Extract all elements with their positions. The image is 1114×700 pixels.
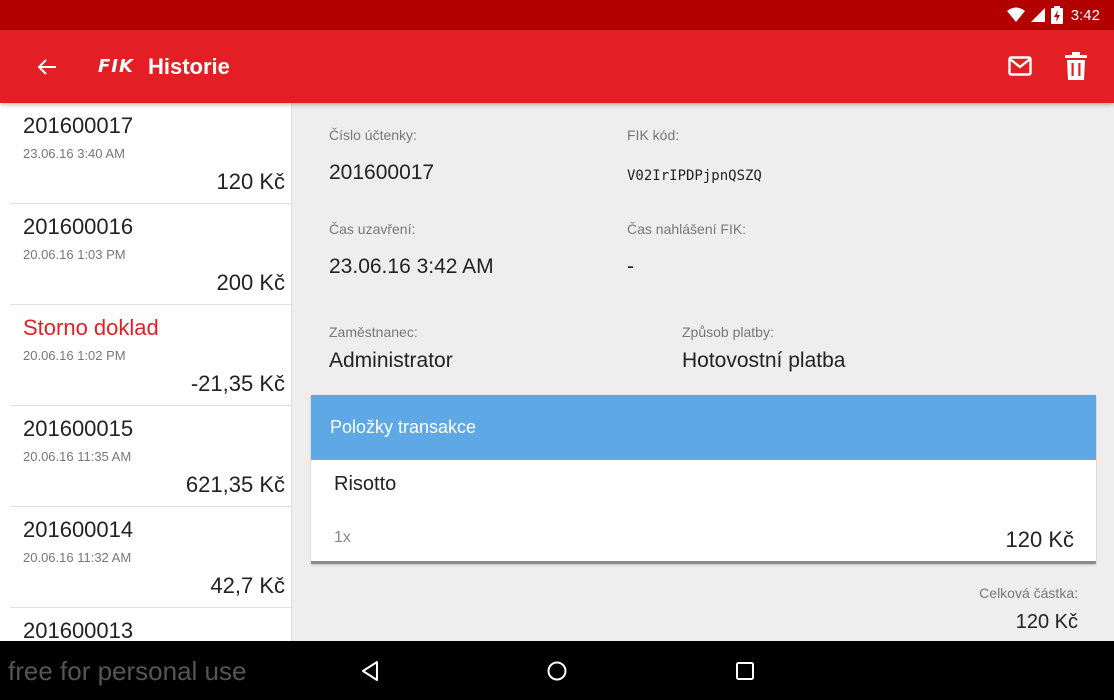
nav-back-button[interactable] xyxy=(356,657,384,685)
fik-report-value: - xyxy=(627,255,634,278)
receipt-list[interactable]: 201600017 23.06.16 3:40 AM 120 Kč 201600… xyxy=(0,103,292,641)
item-quantity: 1x xyxy=(334,529,351,546)
closed-time-value: 23.06.16 3:42 AM xyxy=(329,255,494,278)
square-recents-icon xyxy=(736,662,754,680)
receipt-amount: -21,35 Kč xyxy=(190,371,285,396)
receipt-date: 20.06.16 1:02 PM xyxy=(23,348,126,363)
receipt-number: 201600015 xyxy=(23,416,134,441)
page-title: Historie xyxy=(148,54,230,79)
receipt-date: 20.06.16 1:03 PM xyxy=(23,247,126,262)
receipt-amount: 200 Kč xyxy=(216,270,286,295)
receipt-list-item[interactable]: Storno doklad 20.06.16 1:02 PM -21,35 Kč xyxy=(10,305,291,406)
mail-icon xyxy=(1008,56,1032,76)
receipt-list-item[interactable]: 201600015 20.06.16 11:35 AM 621,35 Kč xyxy=(10,406,291,507)
total-value: 120 Kč xyxy=(1015,611,1078,633)
receipt-amount: 42,7 Kč xyxy=(210,573,285,598)
receipt-number: 201600017 xyxy=(23,113,134,138)
fik-code-label: FIK kód: xyxy=(627,127,680,143)
receipt-number: 201600014 xyxy=(23,517,134,542)
receipt-date: 20.06.16 11:35 AM xyxy=(23,449,132,464)
receipt-list-item[interactable]: 201600017 23.06.16 3:40 AM 120 Kč xyxy=(10,103,291,204)
trash-icon xyxy=(1065,52,1087,80)
transaction-items-header: Položky transakce xyxy=(311,395,1096,460)
receipt-number: 201600016 xyxy=(23,214,134,239)
receipt-list-item[interactable]: 201600013 xyxy=(10,608,291,641)
item-price: 120 Kč xyxy=(1005,527,1075,552)
closed-time-label: Čas uzavření: xyxy=(329,221,416,237)
triangle-back-icon xyxy=(362,661,378,681)
payment-method-label: Způsob platby: xyxy=(682,324,774,340)
email-button[interactable] xyxy=(1006,52,1034,80)
nav-home-button[interactable] xyxy=(543,657,571,685)
delete-button[interactable] xyxy=(1062,50,1090,82)
receipt-number-label: Číslo účtenky: xyxy=(329,127,417,143)
receipt-number: Storno doklad xyxy=(23,315,159,340)
circle-home-icon xyxy=(547,661,567,681)
receipt-number-value: 201600017 xyxy=(329,161,435,184)
watermark-text: free for personal use xyxy=(8,656,247,686)
arrow-back-icon xyxy=(37,59,56,75)
receipt-number: 201600013 xyxy=(23,618,134,641)
fik-report-label: Čas nahlášení FIK: xyxy=(627,221,747,237)
signal-icon xyxy=(1030,7,1045,23)
payment-method-value: Hotovostní platba xyxy=(682,349,846,372)
receipt-list-item[interactable]: 201600014 20.06.16 11:32 AM 42,7 Kč xyxy=(10,507,291,608)
transaction-items-card: Položky transakce Risotto 1x 120 Kč xyxy=(311,395,1096,564)
app-bar: FIK Historie xyxy=(0,30,1114,103)
fik-code-value: V02IrIPDPjpnQSZQ xyxy=(627,168,762,184)
back-button[interactable] xyxy=(34,54,60,80)
status-bar: 3:42 xyxy=(0,0,1114,30)
receipt-date: 23.06.16 3:40 AM xyxy=(23,146,125,161)
receipt-amount: 120 Kč xyxy=(216,169,286,194)
receipt-amount: 621,35 Kč xyxy=(185,472,285,497)
fik-logo-text: FIK xyxy=(98,55,134,77)
employee-label: Zaměstnanec: xyxy=(329,324,418,340)
receipt-list-item[interactable]: 201600016 20.06.16 1:03 PM 200 Kč xyxy=(10,204,291,305)
total-label: Celková částka: xyxy=(979,585,1078,601)
status-time: 3:42 xyxy=(1070,6,1100,24)
battery-icon xyxy=(1050,6,1063,24)
fik-logo: FIK xyxy=(98,55,134,77)
wifi-icon xyxy=(1006,7,1025,23)
employee-value: Administrator xyxy=(329,349,453,372)
receipt-date: 20.06.16 11:32 AM xyxy=(23,550,132,565)
nav-recents-button[interactable] xyxy=(731,657,759,685)
item-name: Risotto xyxy=(334,473,397,495)
divider xyxy=(311,561,1096,564)
system-nav-bar: free for personal use xyxy=(0,641,1114,700)
